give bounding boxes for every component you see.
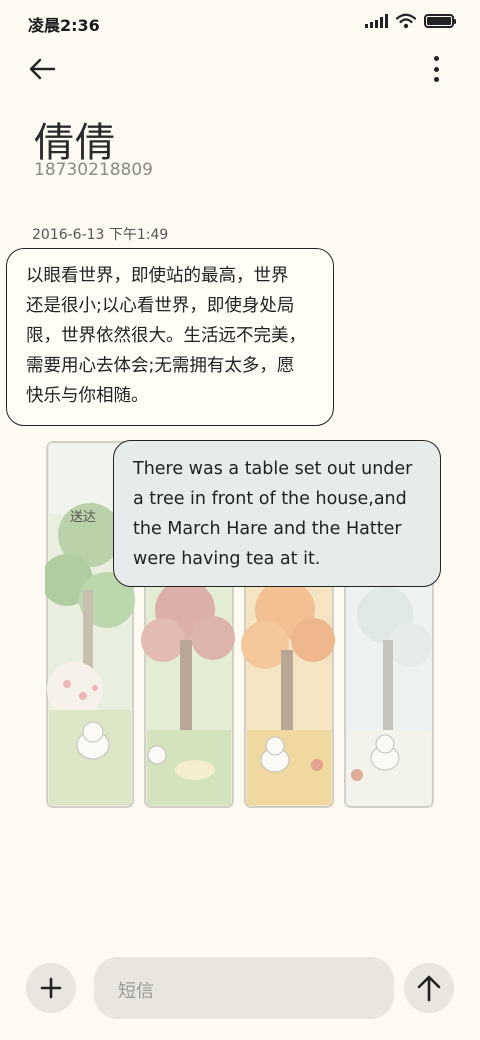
message-line: 还是很小;以心看世界，即使身处局 [26, 296, 295, 316]
plus-icon [40, 977, 62, 999]
send-button[interactable] [404, 963, 454, 1013]
message-line: 需要用心去体会;无需拥有太多，愿 [26, 356, 295, 376]
signal-icon [365, 14, 388, 28]
wifi-icon [396, 13, 416, 29]
message-timestamp: 2016-6-13 下午1:49 [32, 227, 169, 243]
message-line: the March Hare and the Hatter [133, 519, 402, 539]
message-input[interactable]: 短信 [94, 957, 394, 1019]
status-icons [365, 13, 456, 29]
more-vertical-icon [433, 56, 439, 61]
message-line: were having tea at it. [133, 549, 321, 569]
incoming-message-bubble[interactable]: 以眼看世界，即使站的最高，世界 还是很小;以心看世界，即使身处局 限，世界依然很… [6, 248, 334, 426]
add-attachment-button[interactable] [26, 963, 76, 1013]
panel-winter [344, 579, 434, 808]
message-line: 快乐与你相随。 [26, 386, 149, 406]
outgoing-message-bubble[interactable]: There was a table set out under a tree i… [113, 440, 441, 587]
arrow-left-icon [29, 58, 56, 80]
status-time: 凌晨2:36 [28, 16, 100, 35]
battery-icon [424, 14, 456, 28]
message-line: There was a table set out under [133, 459, 413, 479]
sticker-delivered-status: 送达 [70, 510, 97, 525]
message-line: 限，世界依然很大。生活远不完美， [26, 326, 306, 346]
arrow-up-icon [417, 975, 441, 1002]
contact-number: 18730218809 [34, 160, 153, 180]
more-options-button[interactable] [430, 56, 442, 82]
panel-autumn [241, 579, 335, 808]
message-line: a tree in front of the house,and [133, 489, 407, 509]
panel-summer [141, 579, 235, 808]
message-input-placeholder: 短信 [118, 981, 154, 1002]
back-button[interactable] [28, 52, 72, 86]
status-bar: 凌晨2:36 [0, 0, 480, 44]
message-line: 以眼看世界，即使站的最高，世界 [26, 266, 289, 286]
